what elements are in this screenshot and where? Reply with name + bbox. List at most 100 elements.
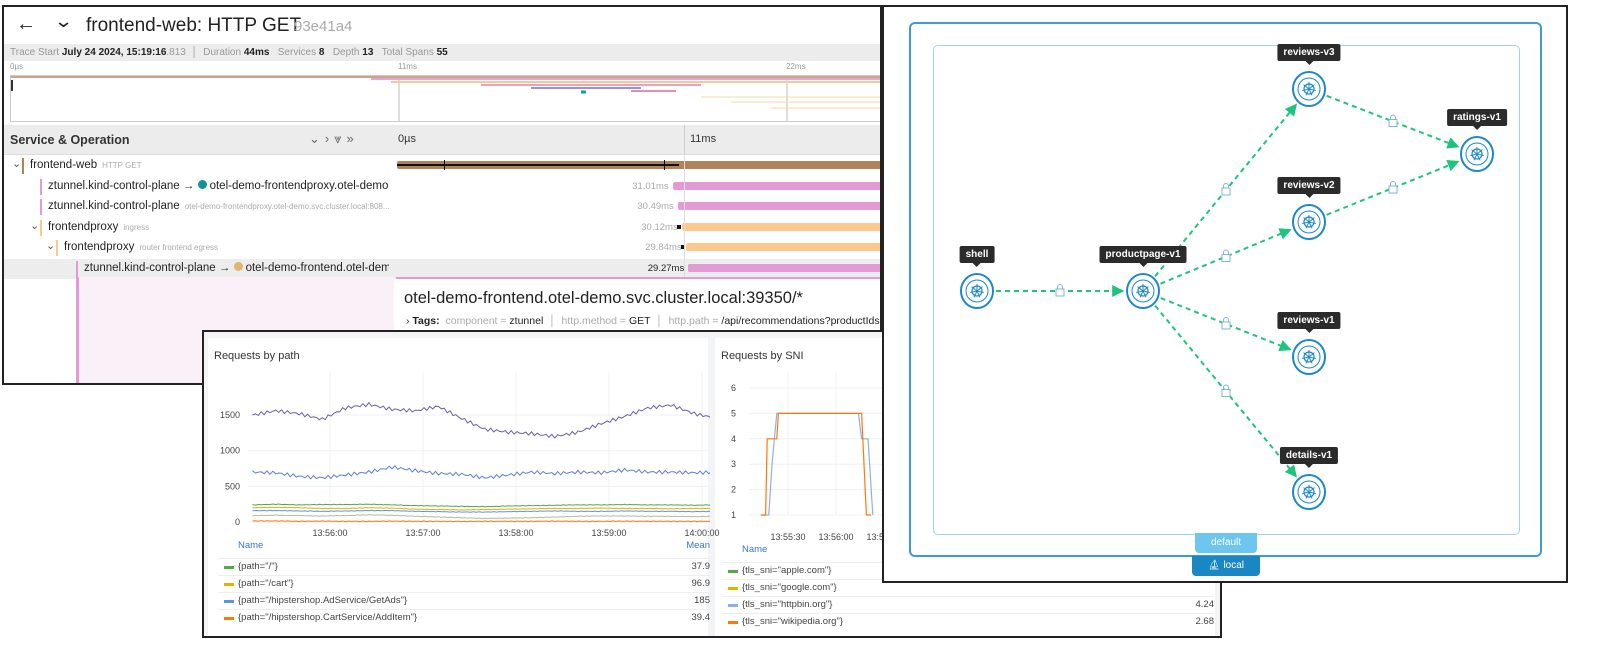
node-reviews-v1[interactable] bbox=[1292, 339, 1326, 375]
legend-item[interactable]: {path="/"} 37.9 bbox=[218, 558, 710, 575]
service-name: frontendproxy bbox=[48, 221, 119, 233]
span-bar[interactable] bbox=[672, 182, 880, 190]
legend-item[interactable]: {tls_sni="wikipedia.org"} 2.68 bbox=[722, 613, 1214, 630]
span-label[interactable]: ztunnel.kind-control-plane → otel-demo-f… bbox=[84, 262, 389, 274]
service-name: ztunnel.kind-control-plane bbox=[48, 200, 180, 212]
arrow-icon: → bbox=[215, 262, 234, 274]
legend-header-mean[interactable]: Mean bbox=[680, 540, 710, 551]
back-icon[interactable]: ← bbox=[16, 13, 36, 36]
series-line bbox=[252, 506, 710, 511]
x-tick-label: 13:59:00 bbox=[591, 528, 626, 538]
span-duration: 30.49ms bbox=[637, 201, 674, 212]
span-row[interactable]: ⌄ frontend-web HTTP GET bbox=[4, 156, 880, 176]
operation-name: ingress bbox=[123, 223, 150, 232]
chevron-down-icon[interactable]: ⌄ bbox=[30, 219, 39, 232]
node-label: reviews-v1 bbox=[1277, 312, 1341, 333]
span-row[interactable]: ⌄ frontendproxy ingress 30.12ms bbox=[4, 218, 880, 238]
service-dot-icon bbox=[233, 262, 243, 271]
trace-id: 93e41a4 bbox=[294, 18, 353, 35]
service-name: frontend-web bbox=[30, 159, 98, 171]
y-tick-label: 1500 bbox=[220, 410, 240, 420]
service-color-bar bbox=[40, 220, 42, 236]
node-shell[interactable] bbox=[960, 273, 994, 309]
node-details-v1[interactable] bbox=[1292, 474, 1326, 510]
target-service: otel-demo-frontendproxy.otel-demo bbox=[209, 180, 389, 192]
node-productpage-v1[interactable] bbox=[1126, 273, 1160, 309]
trace-minimap[interactable] bbox=[10, 75, 882, 122]
y-tick-label: 6 bbox=[731, 383, 736, 393]
timeline-tick: 0µs bbox=[398, 133, 416, 145]
legend-name: {tls_sni="apple.com"} bbox=[742, 565, 832, 576]
legend-name: {path="/cart"} bbox=[238, 578, 294, 589]
legend-header-name[interactable]: Name bbox=[742, 544, 767, 555]
minimap-tick: 22ms bbox=[786, 62, 806, 71]
x-tick-label: 13:57:00 bbox=[405, 528, 440, 538]
span-row[interactable]: ztunnel.kind-control-plane → otel-demo-f… bbox=[4, 259, 880, 279]
span-bar[interactable] bbox=[688, 264, 880, 272]
lock-icon bbox=[1221, 384, 1231, 397]
operation-name: HTTP GET bbox=[102, 161, 142, 170]
service-graph bbox=[960, 71, 1494, 510]
legend-swatch bbox=[728, 604, 738, 607]
legend-swatch bbox=[728, 570, 738, 573]
legend-name: {path="/hipstershop.AdService/GetAds"} bbox=[238, 595, 408, 606]
x-tick-label: 14:00:00 bbox=[684, 528, 719, 538]
chevron-down-icon[interactable]: ⌄ bbox=[12, 157, 21, 170]
node-ratings-v1[interactable] bbox=[1460, 136, 1494, 172]
series-line bbox=[252, 514, 710, 520]
y-tick-label: 1 bbox=[731, 510, 736, 520]
series-line bbox=[252, 401, 710, 439]
chevron-down-icon[interactable]: ⌄ bbox=[46, 239, 55, 252]
legend-item[interactable]: {path="/hipstershop.AdService/GetAds"} 18… bbox=[218, 592, 710, 609]
legend-item[interactable]: {path="/cart"} 96.9 bbox=[218, 575, 710, 592]
span-row[interactable]: ztunnel.kind-control-plane → otel-demo-f… bbox=[4, 177, 880, 197]
span-label[interactable]: ztunnel.kind-control-plane otel-demo-fron… bbox=[48, 200, 389, 212]
service-name: ztunnel.kind-control-plane bbox=[84, 262, 216, 274]
target-service: otel-demo-frontend.otel-demo... bbox=[245, 262, 389, 274]
chevron-down-icon[interactable]: ⌄ bbox=[54, 11, 74, 32]
series-line bbox=[252, 503, 710, 508]
lock-icon bbox=[1388, 181, 1398, 194]
service-color-bar bbox=[76, 261, 78, 277]
span-row[interactable]: ⌄ frontendproxy router frontend egress 29.8… bbox=[4, 238, 880, 258]
span-label[interactable]: ztunnel.kind-control-plane → otel-demo-f… bbox=[48, 180, 389, 192]
node-reviews-v3[interactable] bbox=[1292, 71, 1326, 107]
column-header: Service & Operation bbox=[10, 133, 130, 147]
span-bar[interactable] bbox=[677, 202, 880, 210]
legend-name: {path="/hipstershop.CartService/AddItem"… bbox=[238, 612, 418, 623]
series-line bbox=[252, 509, 710, 513]
legend-swatch bbox=[224, 566, 234, 569]
legend-item[interactable]: {path="/hipstershop.CartService/AddItem"… bbox=[218, 609, 710, 626]
span-row[interactable]: ztunnel.kind-control-plane otel-demo-fron… bbox=[4, 197, 880, 217]
legend-name: {tls_sni="wikipedia.org"} bbox=[742, 616, 844, 627]
span-label[interactable]: frontendproxy ingress bbox=[48, 221, 149, 233]
node-label: productpage-v1 bbox=[1099, 246, 1187, 267]
minimap-tick: 0µs bbox=[10, 62, 24, 71]
y-tick-label: 1000 bbox=[220, 446, 240, 456]
node-label: shell bbox=[959, 246, 995, 267]
span-label[interactable]: frontendproxy router frontend egress bbox=[64, 241, 218, 253]
x-tick-label: 13:58:00 bbox=[498, 528, 533, 538]
gridline bbox=[684, 156, 685, 277]
span-bar[interactable] bbox=[681, 223, 880, 231]
legend-swatch bbox=[224, 583, 234, 586]
legend-mean: 96.9 bbox=[691, 578, 711, 589]
legend-swatch bbox=[728, 621, 738, 624]
node-reviews-v2[interactable] bbox=[1292, 204, 1326, 240]
expand-collapse-icons[interactable]: ⌄›⩔» bbox=[309, 131, 359, 147]
span-bar[interactable] bbox=[685, 243, 880, 251]
y-tick-label: 2 bbox=[731, 485, 736, 495]
operation-name: otel-demo-frontendproxy.otel-demo.svc.cl… bbox=[184, 202, 389, 211]
span-tags[interactable]: › Tags: component = ztunnel │ http.metho… bbox=[406, 315, 880, 327]
legend-item[interactable]: {tls_sni="httpbin.org"} 4.24 bbox=[722, 596, 1214, 613]
operation-name: router frontend egress bbox=[139, 243, 219, 252]
span-label[interactable]: frontend-web HTTP GET bbox=[30, 159, 142, 171]
x-tick-label: 13:56:00 bbox=[818, 532, 853, 542]
legend-header-name[interactable]: Name bbox=[238, 540, 263, 551]
arrow-icon: → bbox=[179, 180, 198, 192]
lock-icon bbox=[1055, 284, 1065, 297]
x-tick-label: 13:56:00 bbox=[312, 528, 347, 538]
span-duration: 30.12ms bbox=[641, 222, 678, 233]
service-name: ztunnel.kind-control-plane bbox=[48, 180, 180, 192]
service-name: frontendproxy bbox=[64, 241, 135, 253]
